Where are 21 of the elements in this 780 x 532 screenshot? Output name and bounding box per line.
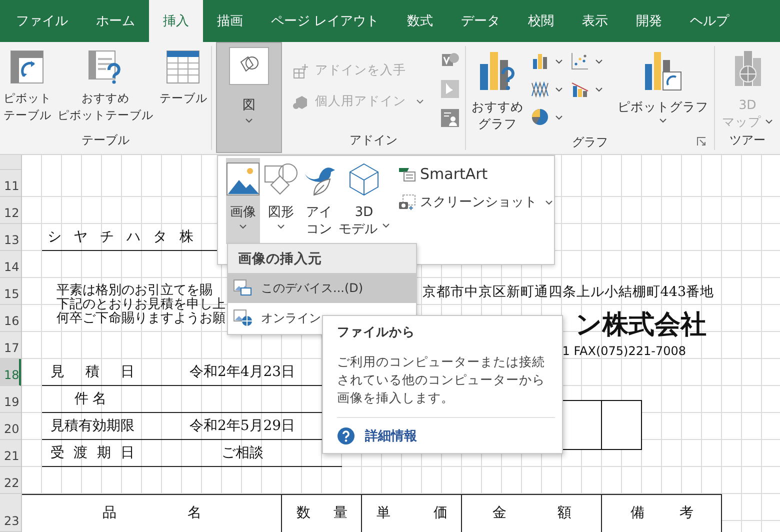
group-label: ツアー: [730, 132, 766, 149]
greeting-line: 何卒ご下命賜りますようお願: [56, 312, 226, 326]
fax-number: 1 FAX(075)221-7008: [562, 344, 688, 358]
greeting-line: 下記のとおりお見積を申し上: [56, 298, 226, 312]
column-header: 単 価: [362, 494, 462, 532]
company-address: 京都市中京区新町通四条上ル小結棚町443番地: [422, 282, 716, 300]
column-header: 金 額: [462, 494, 602, 532]
field-label: 見 積 日: [42, 359, 142, 386]
field-label: 見積有効期限: [42, 413, 142, 440]
column-header: 備 考: [602, 494, 722, 532]
field-label: 件 名: [42, 386, 142, 413]
menu-header: 画像の挿入元: [228, 244, 416, 273]
column-header: 数 量: [282, 494, 362, 532]
company-name: ン株式会社: [575, 310, 708, 340]
greeting-line: 平素は格別のお引立てを賜: [56, 284, 212, 298]
field-label: 受 渡 期 日: [42, 440, 142, 467]
column-header: 品 名: [22, 494, 282, 532]
group-label: テーブル: [81, 132, 130, 149]
group-label: グラフ: [572, 134, 608, 151]
tooltip-title: ファイルから: [337, 324, 416, 341]
group-label: アドイン: [349, 132, 398, 149]
